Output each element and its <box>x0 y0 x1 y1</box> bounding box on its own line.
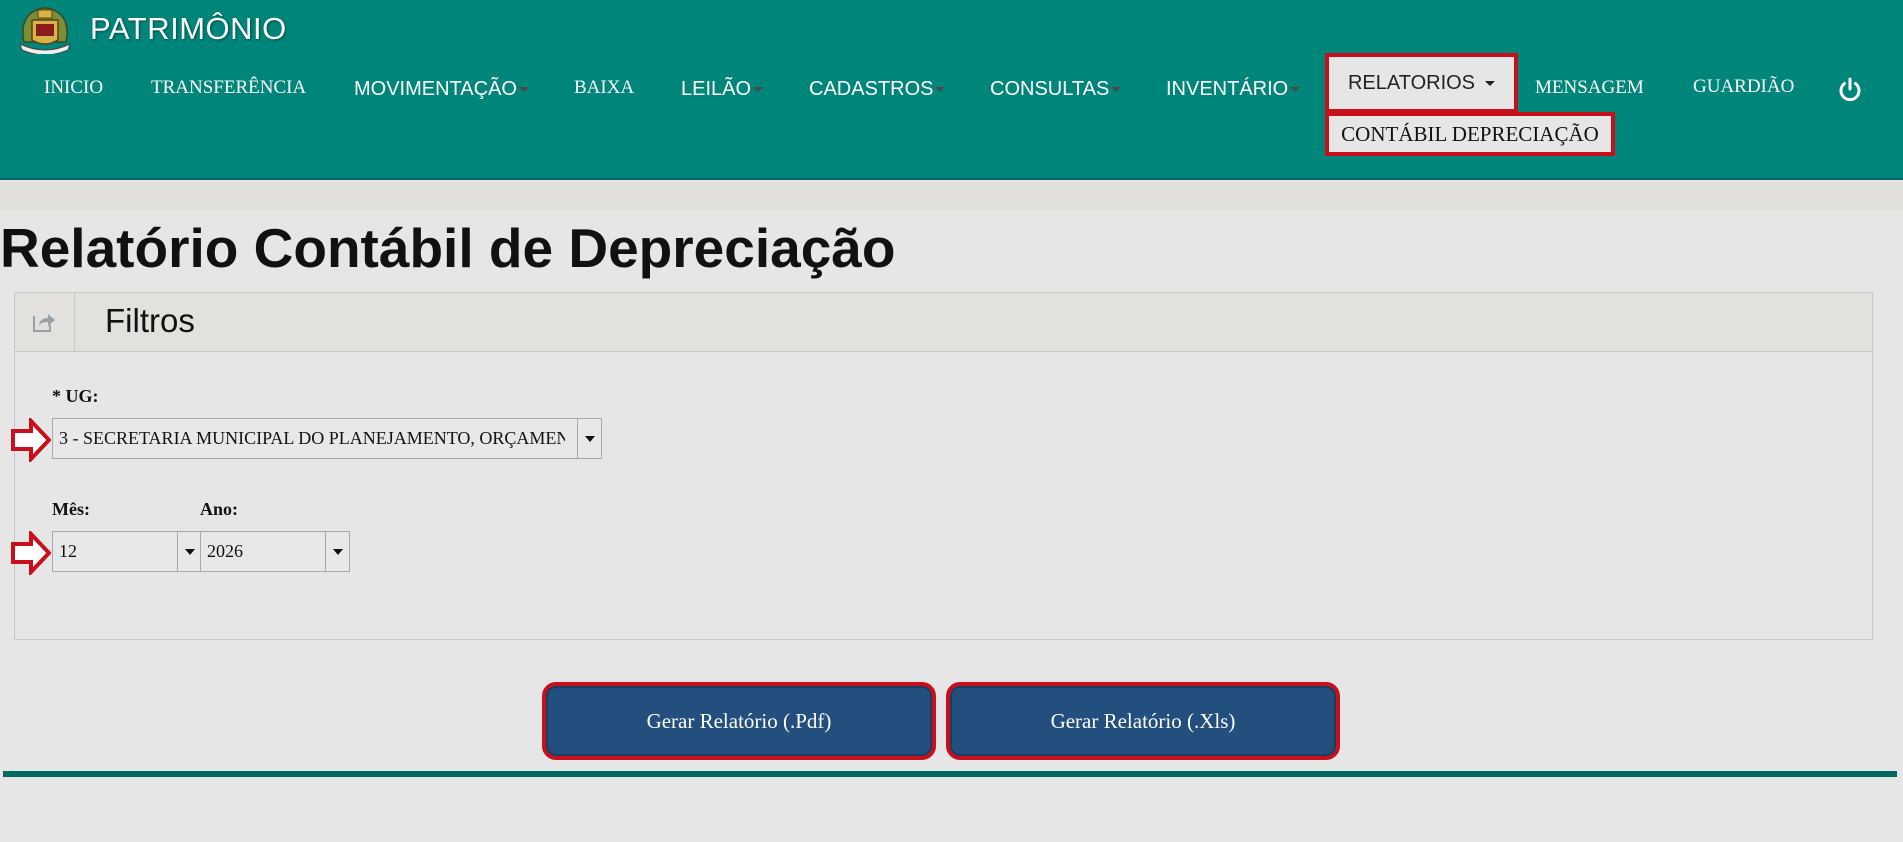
nav-inventario-label: INVENTÁRIO <box>1166 78 1289 100</box>
page-title: Relatório Contábil de Depreciação <box>0 217 896 279</box>
ug-dropdown-button[interactable] <box>577 419 601 458</box>
top-navbar: PATRIMÔNIO INICIO TRANSFERÊNCIA MOVIMENT… <box>0 0 1903 180</box>
footer-divider <box>3 771 1897 777</box>
nav-leilao-label: LEILÃO <box>681 78 752 100</box>
nav-inventario[interactable]: INVENTÁRIO <box>1166 78 1301 101</box>
panel-toggle[interactable] <box>15 293 75 351</box>
nav-movimentacao-label: MOVIMENTAÇÃO <box>354 78 517 100</box>
filters-panel-header: Filtros <box>15 293 1872 352</box>
generate-pdf-button[interactable]: Gerar Relatório (.Pdf) <box>542 682 936 760</box>
arrow-right-icon <box>11 418 51 462</box>
nav-guardiao[interactable]: GUARDIÃO <box>1693 76 1794 98</box>
caret-down-icon <box>584 435 595 442</box>
chevron-down-icon <box>518 87 529 93</box>
nav-transferencia[interactable]: TRANSFERÊNCIA <box>151 77 306 99</box>
mes-select-value: 12 <box>59 541 77 561</box>
caret-down-icon <box>332 548 343 555</box>
ano-label: Ano: <box>200 499 239 519</box>
arrow-right-icon <box>11 531 51 575</box>
app-title: PATRIMÔNIO <box>90 11 287 46</box>
ug-select[interactable]: 3 - SECRETARIA MUNICIPAL DO PLANEJAMENTO… <box>52 418 602 459</box>
nav-cadastros-label: CADASTROS <box>809 78 934 100</box>
mes-select[interactable]: 12 <box>52 531 202 572</box>
nav-consultas[interactable]: CONSULTAS <box>990 78 1122 101</box>
nav-cadastros[interactable]: CADASTROS <box>809 78 946 101</box>
ano-select-value: 2026 <box>207 541 243 561</box>
chevron-down-icon <box>1111 87 1122 93</box>
chevron-down-icon <box>1485 80 1496 86</box>
nav-movimentacao[interactable]: MOVIMENTAÇÃO <box>354 78 529 101</box>
chevron-down-icon <box>1290 87 1301 93</box>
menu-item-contabil-depreciacao[interactable]: CONTÁBIL DEPRECIAÇÃO <box>1325 112 1615 156</box>
nav-relatorios-label: RELATORIOS <box>1347 71 1476 94</box>
ug-label: * UG: <box>52 386 99 406</box>
nav-relatorios[interactable]: RELATORIOS <box>1325 53 1518 113</box>
nav-inicio[interactable]: INICIO <box>44 77 103 99</box>
ug-select-value: 3 - SECRETARIA MUNICIPAL DO PLANEJAMENTO… <box>59 428 565 448</box>
share-icon <box>33 314 55 332</box>
municipal-crest-icon[interactable] <box>16 4 74 54</box>
mes-dropdown-button[interactable] <box>177 532 201 571</box>
filters-title: Filtros <box>105 302 195 339</box>
nav-baixa[interactable]: BAIXA <box>574 77 634 99</box>
filters-panel: Filtros <box>14 292 1873 640</box>
ano-select[interactable]: 2026 <box>200 531 350 572</box>
nav-mensagem[interactable]: MENSAGEM <box>1535 77 1644 99</box>
power-icon[interactable] <box>1837 77 1863 103</box>
caret-down-icon <box>184 548 195 555</box>
header-spacer <box>0 182 1903 210</box>
chevron-down-icon <box>753 87 764 93</box>
nav-leilao[interactable]: LEILÃO <box>681 78 764 101</box>
mes-label: Mês: <box>52 499 90 519</box>
generate-xls-button[interactable]: Gerar Relatório (.Xls) <box>946 682 1340 760</box>
nav-consultas-label: CONSULTAS <box>990 78 1110 100</box>
chevron-down-icon <box>935 87 946 93</box>
ano-dropdown-button[interactable] <box>325 532 349 571</box>
